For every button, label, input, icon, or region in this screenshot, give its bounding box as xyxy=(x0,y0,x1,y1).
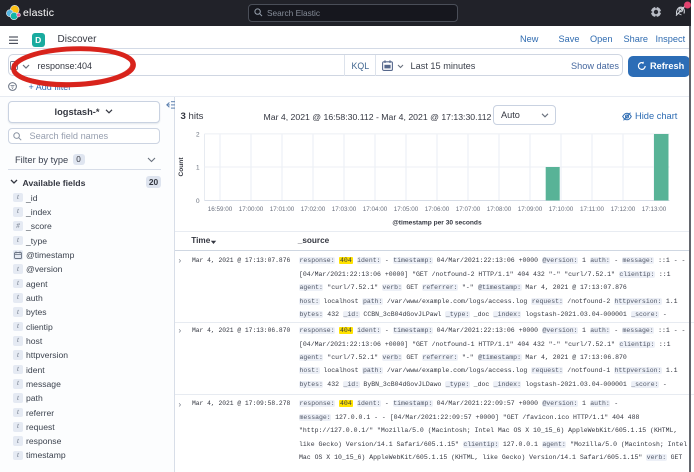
svg-text:17:07:00: 17:07:00 xyxy=(456,206,481,213)
svg-text:17:04:00: 17:04:00 xyxy=(363,206,388,213)
svg-text:16:59:00: 16:59:00 xyxy=(208,206,233,213)
svg-text:17:06:00: 17:06:00 xyxy=(425,206,450,213)
svg-text:17:13:00: 17:13:00 xyxy=(642,206,667,213)
svg-text:17:08:00: 17:08:00 xyxy=(487,206,512,213)
svg-text:@timestamp per 30 seconds: @timestamp per 30 seconds xyxy=(392,220,482,227)
svg-text:1: 1 xyxy=(196,165,200,172)
svg-text:2: 2 xyxy=(196,131,200,138)
svg-text:Count: Count xyxy=(178,157,185,177)
svg-text:17:02:00: 17:02:00 xyxy=(301,206,326,213)
svg-text:17:11:00: 17:11:00 xyxy=(580,206,605,213)
svg-text:17:09:00: 17:09:00 xyxy=(518,206,543,213)
svg-text:17:10:00: 17:10:00 xyxy=(549,206,574,213)
svg-text:17:03:00: 17:03:00 xyxy=(332,206,357,213)
svg-text:0: 0 xyxy=(196,198,200,205)
svg-text:17:05:00: 17:05:00 xyxy=(394,206,419,213)
svg-text:17:01:00: 17:01:00 xyxy=(270,206,295,213)
svg-text:17:12:00: 17:12:00 xyxy=(611,206,636,213)
svg-text:17:00:00: 17:00:00 xyxy=(239,206,264,213)
